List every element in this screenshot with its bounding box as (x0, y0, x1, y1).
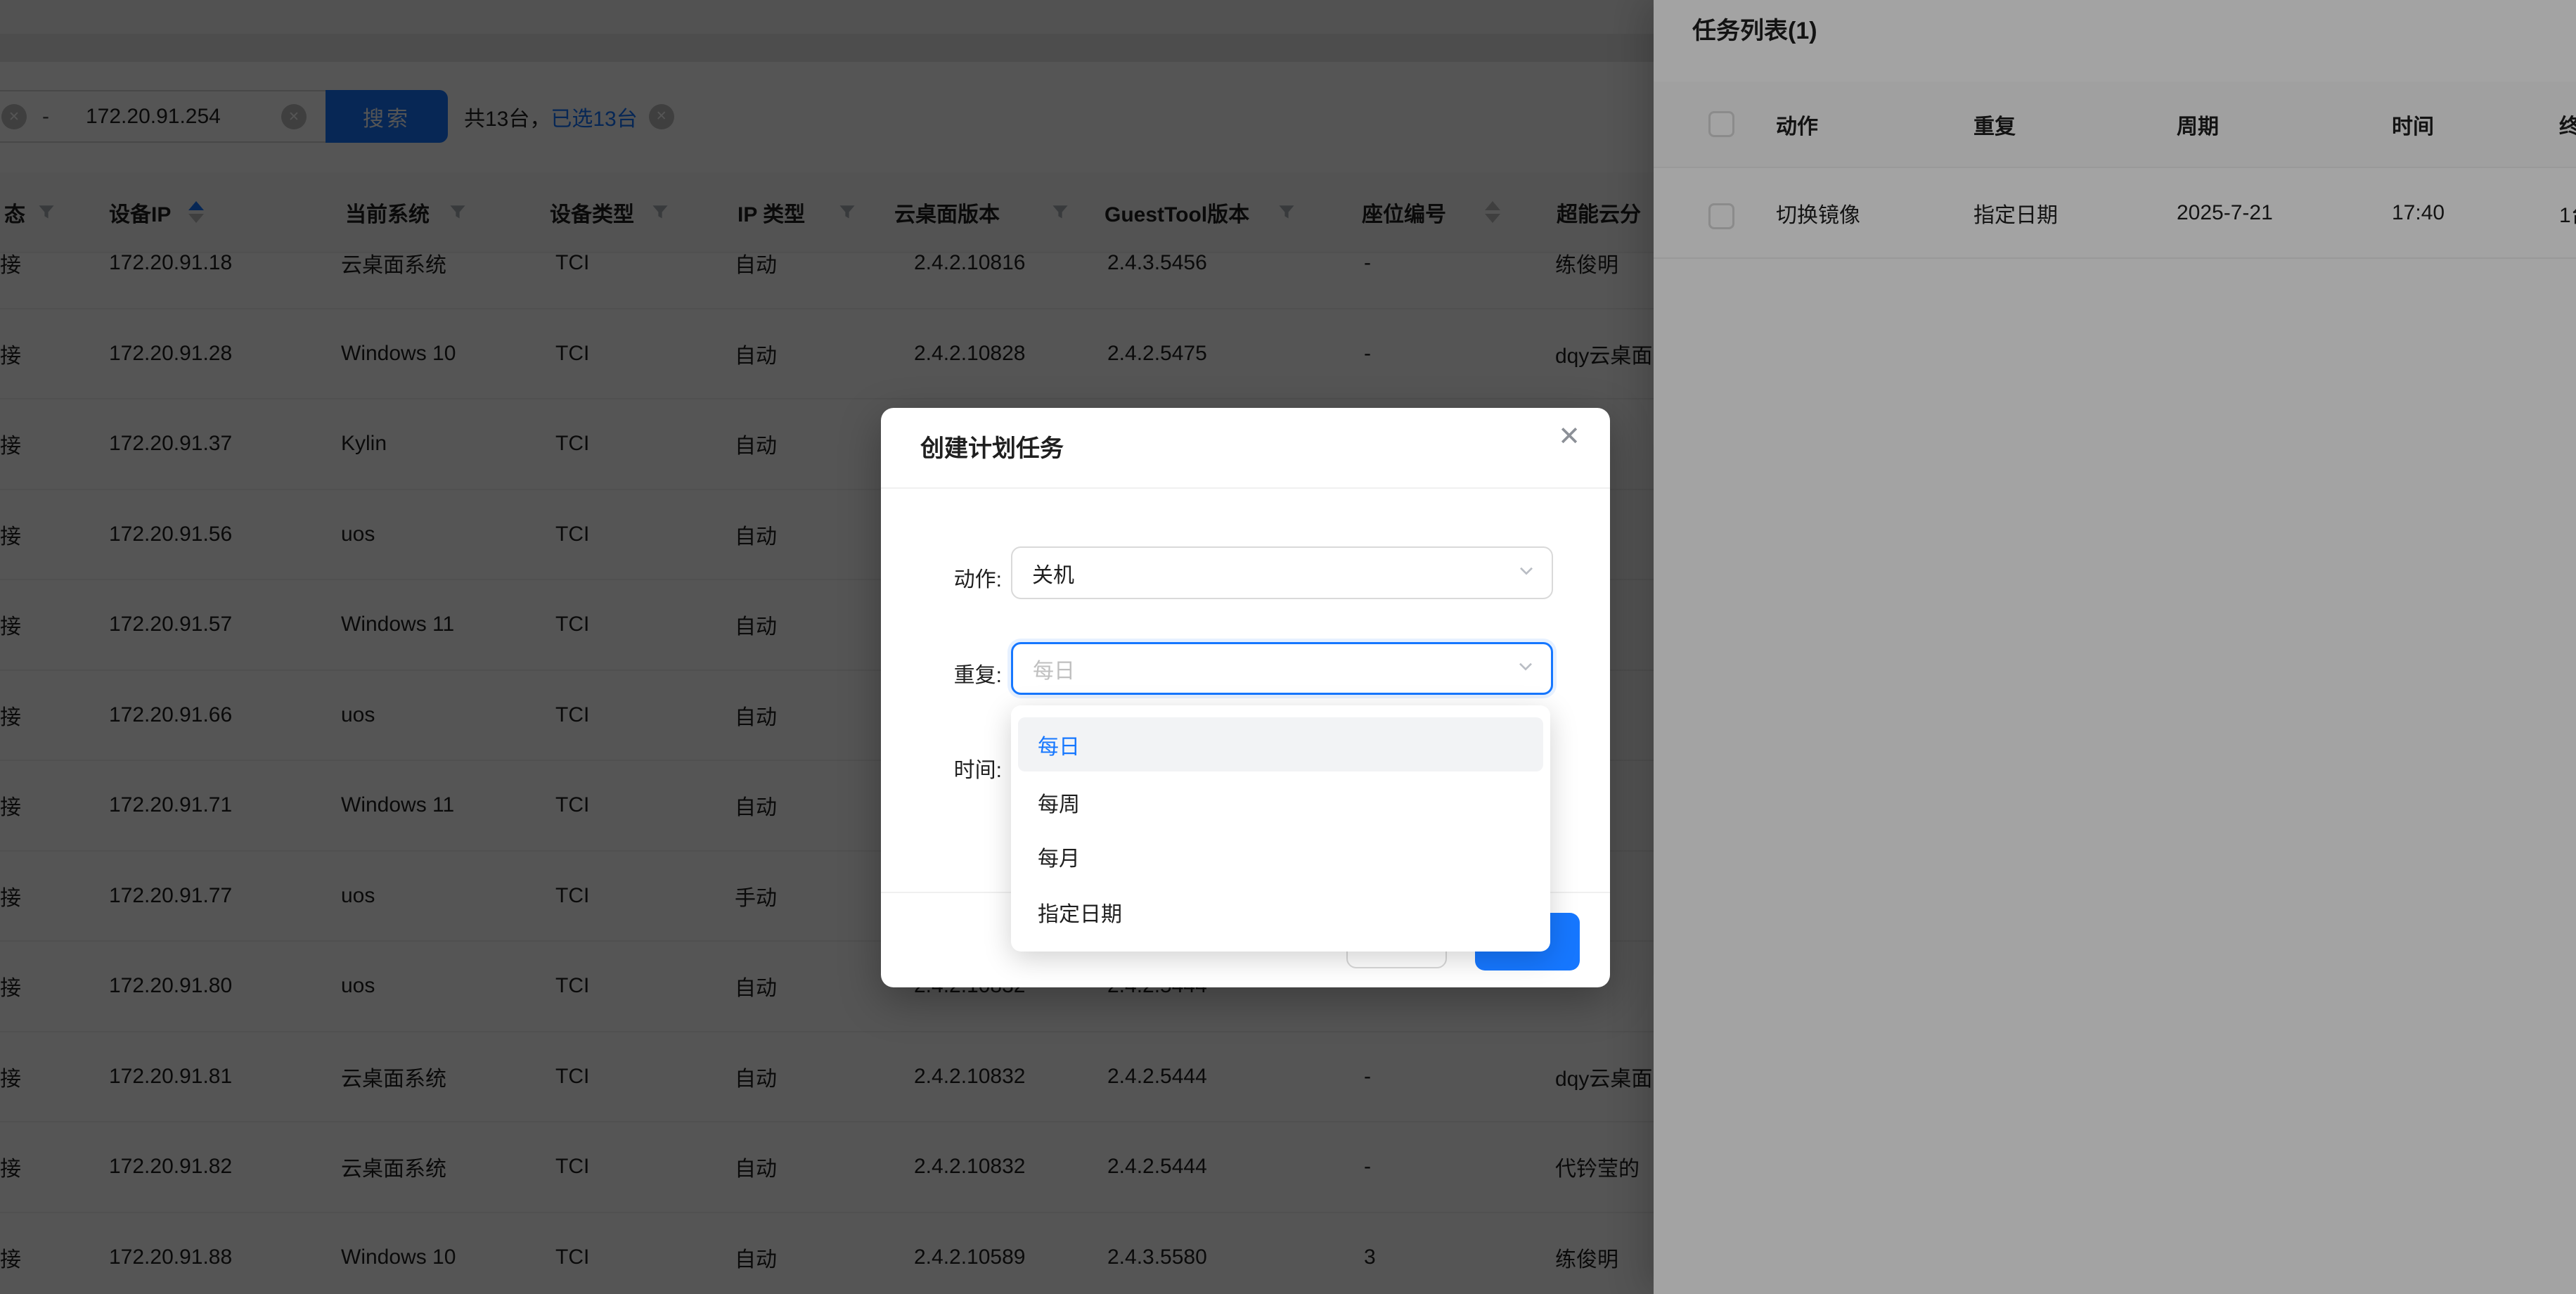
dropdown-option[interactable]: 每周 (1018, 775, 1543, 829)
close-icon[interactable]: ✕ (1558, 423, 1580, 450)
action-select[interactable]: 关机 (1011, 546, 1553, 599)
dropdown-option[interactable]: 每日 (1018, 717, 1543, 771)
dropdown-option[interactable]: 每月 (1018, 829, 1543, 883)
modal-header-divider (881, 487, 1610, 489)
repeat-select[interactable]: 每日 (1011, 642, 1553, 695)
action-label: 动作: (953, 568, 1002, 591)
time-label: 时间: (953, 759, 1002, 782)
repeat-label: 重复: (953, 664, 1002, 687)
repeat-select-placeholder: 每日 (1033, 659, 1075, 683)
screen: ✕ - 172.20.91.254 ✕ 搜索 共13台， 已选13台 ✕ 态设备… (0, 0, 2576, 1294)
chevron-down-icon (1515, 559, 1538, 587)
chevron-down-icon (1514, 655, 1537, 683)
modal-title: 创建计划任务 (920, 435, 1064, 462)
action-select-value: 关机 (1032, 563, 1074, 587)
repeat-dropdown: 每日 每周 每月 指定日期 (1011, 705, 1550, 952)
dropdown-option[interactable]: 指定日期 (1018, 885, 1543, 939)
